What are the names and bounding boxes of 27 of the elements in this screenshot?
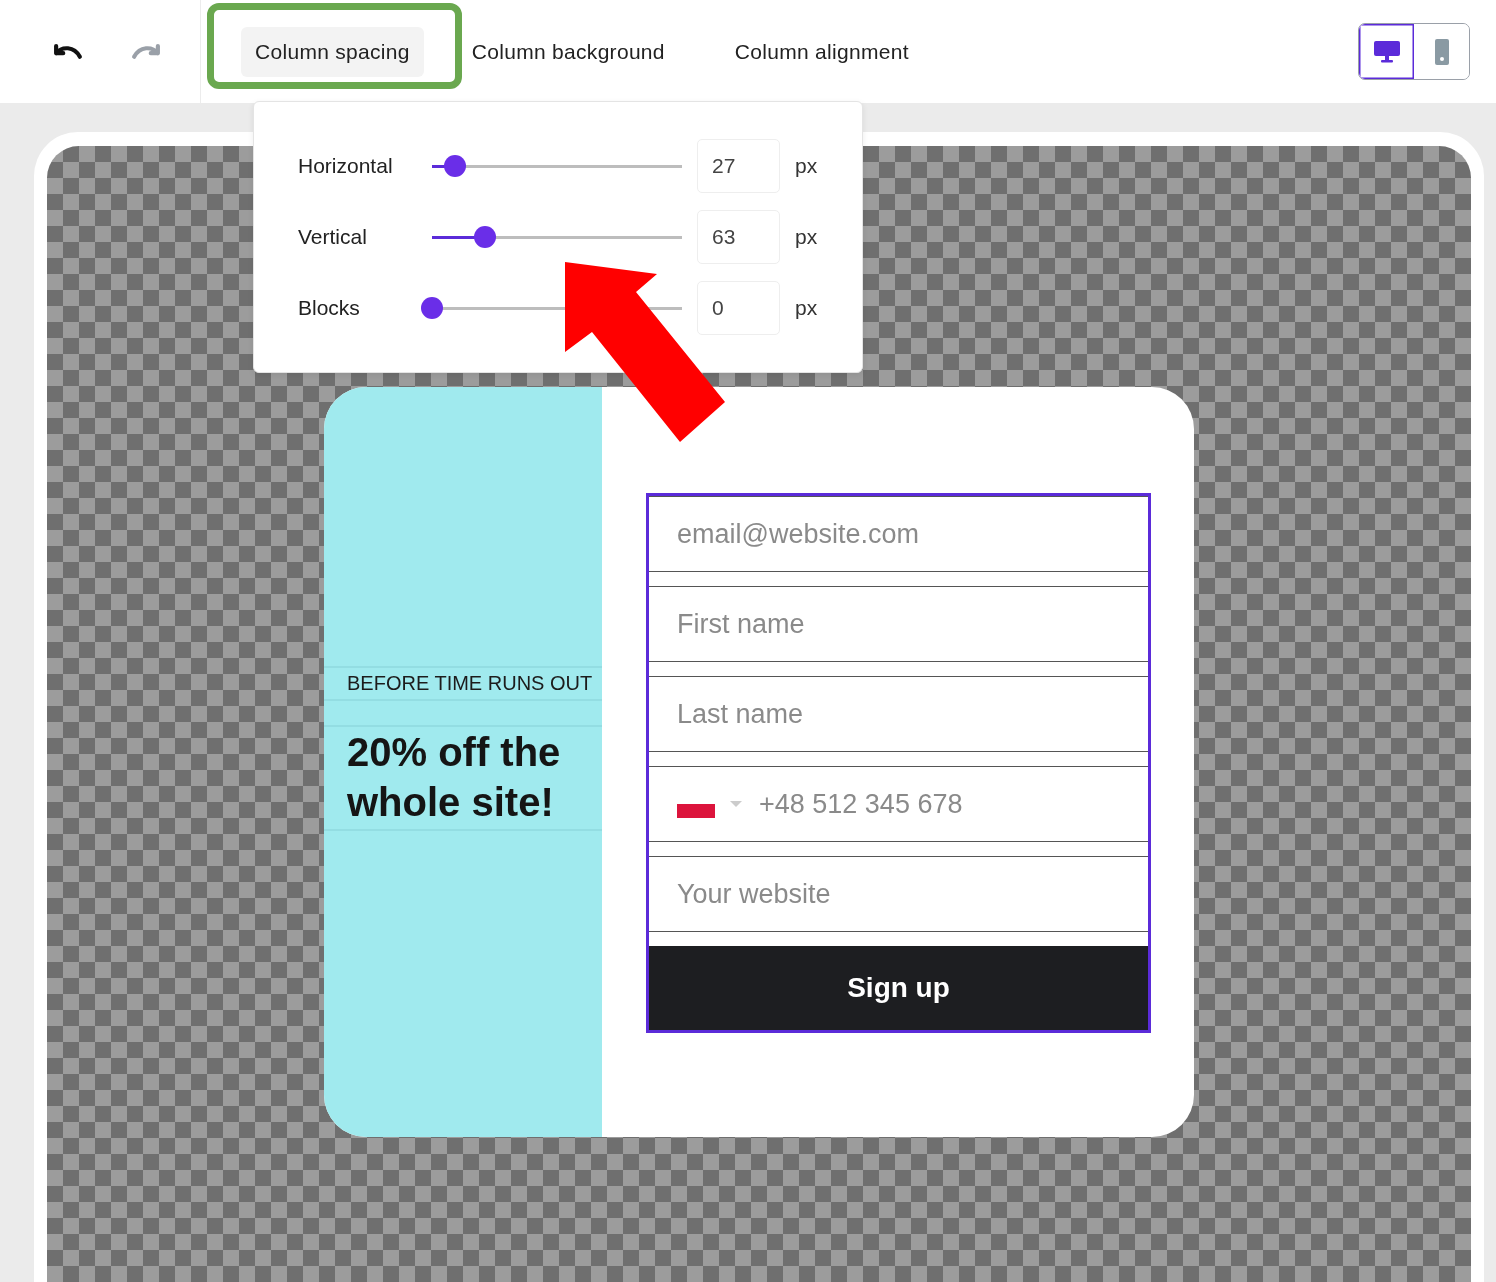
input-field[interactable]: email@website.com (649, 496, 1148, 572)
flag-icon (677, 804, 715, 818)
device-button[interactable] (1359, 24, 1414, 79)
phone-icon (1434, 38, 1449, 65)
unit-label: px (795, 296, 818, 320)
slider-label: Blocks (298, 296, 361, 320)
tab[interactable]: Column alignment (720, 26, 923, 77)
unit-label: px (795, 225, 818, 249)
signup-button[interactable]: Sign up (649, 946, 1148, 1030)
phone-input[interactable]: +48 512 345 678 (757, 787, 1120, 821)
slider-thumb[interactable] (443, 155, 466, 177)
input-field[interactable]: Last name (649, 676, 1148, 752)
number-field[interactable]: 27 (697, 139, 780, 193)
unit-label: px (795, 154, 818, 178)
eyebrow-text: BEFORE TIME RUNS OUT (324, 665, 602, 701)
slider-thumb[interactable] (473, 226, 496, 248)
tab[interactable]: Column background (457, 26, 679, 77)
slider-label: Horizontal (298, 154, 394, 178)
number-field[interactable]: 63 (697, 210, 780, 264)
desktop-icon (1373, 40, 1400, 63)
number-field[interactable]: 0 (697, 281, 780, 335)
slider-label: Vertical (298, 225, 368, 249)
slider-thumb[interactable] (421, 297, 443, 319)
tab[interactable]: Column spacing (241, 26, 424, 77)
input-field[interactable]: First name (649, 586, 1148, 662)
headline: 20% off the whole site! (324, 724, 602, 831)
input-field[interactable]: Your website (649, 856, 1148, 932)
